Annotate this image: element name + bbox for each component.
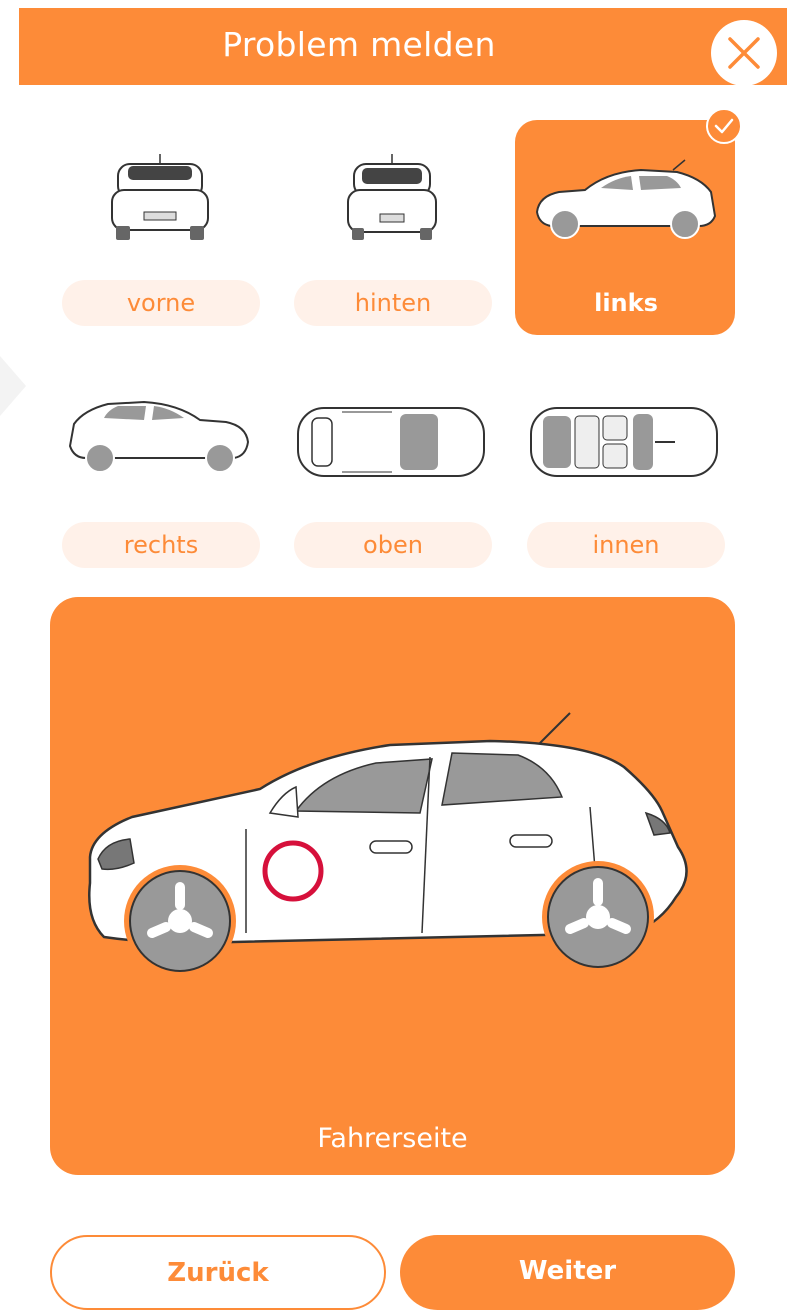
view-option-innen[interactable]: innen bbox=[515, 362, 735, 577]
view-option-vorne[interactable]: vorne bbox=[50, 120, 270, 335]
page-title: Problem melden bbox=[222, 25, 496, 64]
car-interior-icon bbox=[530, 407, 718, 477]
car-side-left-illustration bbox=[88, 712, 688, 977]
view-label: rechts bbox=[62, 522, 260, 568]
car-top-icon bbox=[297, 407, 485, 477]
side-arrow-icon bbox=[0, 356, 26, 416]
view-label: oben bbox=[294, 522, 492, 568]
close-icon bbox=[728, 37, 760, 69]
checkmark-icon bbox=[714, 118, 734, 134]
damage-preview-panel[interactable]: Fahrerseite bbox=[50, 597, 735, 1175]
view-option-rechts[interactable]: rechts bbox=[50, 362, 270, 577]
car-front-icon bbox=[111, 154, 209, 240]
header-bar: Problem melden bbox=[19, 8, 787, 85]
car-side-left-icon bbox=[535, 159, 717, 239]
car-rear-icon bbox=[347, 154, 437, 240]
view-option-links[interactable]: links bbox=[515, 108, 742, 335]
next-button[interactable]: Weiter bbox=[400, 1235, 735, 1310]
view-option-hinten[interactable]: hinten bbox=[282, 120, 502, 335]
view-label: hinten bbox=[294, 280, 492, 326]
selected-check-badge bbox=[706, 108, 742, 144]
preview-caption: Fahrerseite bbox=[317, 1123, 468, 1154]
view-label: innen bbox=[527, 522, 725, 568]
car-side-right-icon bbox=[68, 400, 250, 473]
view-label: vorne bbox=[62, 280, 260, 326]
view-label: links bbox=[594, 289, 658, 317]
view-option-oben[interactable]: oben bbox=[282, 362, 502, 577]
back-button[interactable]: Zurück bbox=[50, 1235, 386, 1310]
close-button[interactable] bbox=[711, 20, 777, 86]
